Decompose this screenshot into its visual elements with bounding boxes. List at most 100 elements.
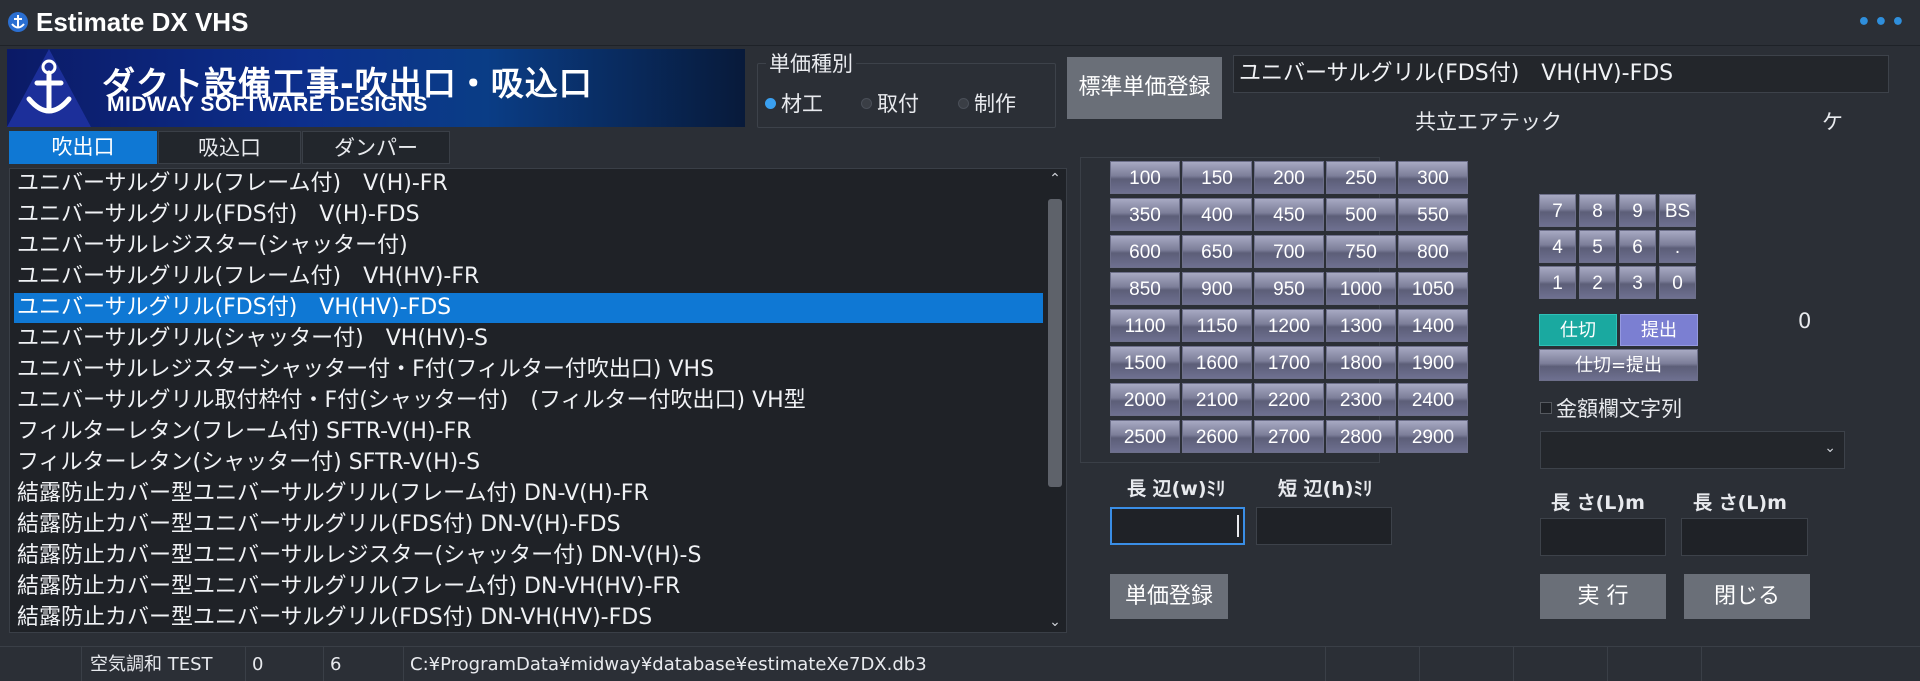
list-item[interactable]: ユニバーサルレジスターシャッター付・F付(フィルター付吹出口) VHS xyxy=(14,355,1043,385)
size-button[interactable]: 950 xyxy=(1254,272,1324,305)
shikiri-equals-teishutsu-button[interactable]: 仕切=提出 xyxy=(1539,349,1698,381)
list-item[interactable]: フィルターレタン(シャッター付) SFTR-V(H)-S xyxy=(14,448,1043,478)
numpad-key[interactable]: . xyxy=(1659,230,1696,263)
size-button[interactable]: 800 xyxy=(1398,235,1468,268)
numpad-key[interactable]: 8 xyxy=(1579,194,1616,227)
short-side-input[interactable] xyxy=(1256,507,1392,545)
size-button[interactable]: 600 xyxy=(1110,235,1180,268)
size-button[interactable]: 1900 xyxy=(1398,346,1468,379)
list-item[interactable]: フィルターレタン(フレーム付) SFTR-V(H)-FR xyxy=(14,417,1043,447)
list-item[interactable]: ユニバーサルグリル(フレーム付) VH(HV)-FR xyxy=(14,262,1043,292)
size-button[interactable]: 1050 xyxy=(1398,272,1468,305)
size-button[interactable]: 200 xyxy=(1254,161,1324,194)
teishutsu-button[interactable]: 提出 xyxy=(1620,314,1698,346)
size-button[interactable]: 1700 xyxy=(1254,346,1324,379)
scroll-thumb[interactable] xyxy=(1048,199,1062,487)
size-button[interactable]: 2900 xyxy=(1398,420,1468,453)
tab-damper[interactable]: ダンパー xyxy=(302,131,450,164)
list-item[interactable]: ユニバーサルグリル(FDS付) V(H)-FDS xyxy=(14,200,1043,230)
size-button[interactable]: 300 xyxy=(1398,161,1468,194)
list-item-selected[interactable]: ユニバーサルグリル(FDS付) VH(HV)-FDS xyxy=(14,293,1043,323)
size-button[interactable]: 150 xyxy=(1182,161,1252,194)
numpad-key[interactable]: 5 xyxy=(1579,230,1616,263)
size-button[interactable]: 1800 xyxy=(1326,346,1396,379)
size-button[interactable]: 350 xyxy=(1110,198,1180,231)
numpad-key[interactable]: 9 xyxy=(1619,194,1656,227)
numpad-key[interactable]: 4 xyxy=(1539,230,1576,263)
title-bar: Estimate DX VHS ••• xyxy=(0,0,1920,46)
selected-item-name-field[interactable]: ユニバーサルグリル(FDS付) VH(HV)-FDS xyxy=(1233,55,1889,93)
list-scrollbar[interactable]: ⌃ ⌄ xyxy=(1044,169,1066,632)
size-button[interactable]: 700 xyxy=(1254,235,1324,268)
scroll-up-icon[interactable]: ⌃ xyxy=(1044,171,1066,187)
size-button[interactable]: 2300 xyxy=(1326,383,1396,416)
size-button[interactable]: 650 xyxy=(1182,235,1252,268)
tab-fukidashi[interactable]: 吹出口 xyxy=(9,131,157,164)
text-dropdown[interactable]: ⌄ xyxy=(1540,431,1845,469)
size-button[interactable]: 1200 xyxy=(1254,309,1324,342)
list-item[interactable]: 結露防止カバー型ユニバーサルグリル(FDS付) DN-VH(HV)-FDS xyxy=(14,603,1043,632)
size-button[interactable]: 250 xyxy=(1326,161,1396,194)
size-button[interactable]: 1500 xyxy=(1110,346,1180,379)
standard-price-register-button[interactable]: 標準単価登録 xyxy=(1067,57,1222,119)
size-button[interactable]: 550 xyxy=(1398,198,1468,231)
list-item[interactable]: 結露防止カバー型ユニバーサルレジスター(シャッター付) DN-V(H)-S xyxy=(14,541,1043,571)
status-cell-empty xyxy=(1608,647,1702,681)
scroll-down-icon[interactable]: ⌄ xyxy=(1044,614,1066,630)
radio-seisaku[interactable]: 制作 xyxy=(958,88,1016,118)
size-button[interactable]: 1000 xyxy=(1326,272,1396,305)
size-button[interactable]: 2600 xyxy=(1182,420,1252,453)
radio-toritsuke[interactable]: 取付 xyxy=(861,88,919,118)
long-side-input[interactable] xyxy=(1110,507,1245,545)
checkbox-icon[interactable] xyxy=(1540,402,1552,414)
size-button[interactable]: 400 xyxy=(1182,198,1252,231)
size-button[interactable]: 2000 xyxy=(1110,383,1180,416)
close-button[interactable]: 閉じる xyxy=(1684,574,1810,619)
register-price-button[interactable]: 単価登録 xyxy=(1110,574,1228,619)
tab-suikomi[interactable]: 吸込口 xyxy=(158,131,301,164)
size-button[interactable]: 2800 xyxy=(1326,420,1396,453)
list-item[interactable]: ユニバーサルグリル(シャッター付) VH(HV)-S xyxy=(14,324,1043,354)
numpad-key[interactable]: BS xyxy=(1659,194,1696,227)
numpad-key[interactable]: 1 xyxy=(1539,266,1576,299)
execute-button[interactable]: 実 行 xyxy=(1540,574,1666,619)
length2-label: 長 さ(L)m xyxy=(1693,492,1787,514)
size-button[interactable]: 500 xyxy=(1326,198,1396,231)
size-button[interactable]: 1300 xyxy=(1326,309,1396,342)
length1-input[interactable] xyxy=(1540,518,1666,556)
size-button[interactable]: 1100 xyxy=(1110,309,1180,342)
size-button[interactable]: 1150 xyxy=(1182,309,1252,342)
size-button[interactable]: 2200 xyxy=(1254,383,1324,416)
size-button[interactable]: 1400 xyxy=(1398,309,1468,342)
size-button[interactable]: 900 xyxy=(1182,272,1252,305)
list-item[interactable]: 結露防止カバー型ユニバーサルグリル(フレーム付) DN-VH(HV)-FR xyxy=(14,572,1043,602)
list-item[interactable]: ユニバーサルグリル(フレーム付) V(H)-FR xyxy=(14,169,1043,199)
numpad-key[interactable]: 7 xyxy=(1539,194,1576,227)
numpad-key[interactable]: 0 xyxy=(1659,266,1696,299)
size-button[interactable]: 2500 xyxy=(1110,420,1180,453)
size-button[interactable]: 2400 xyxy=(1398,383,1468,416)
size-button[interactable]: 1600 xyxy=(1182,346,1252,379)
length2-input[interactable] xyxy=(1681,518,1808,556)
radio-label: 制作 xyxy=(974,92,1016,116)
list-item[interactable]: ユニバーサルレジスター(シャッター付) xyxy=(14,231,1043,261)
numpad-key[interactable]: 6 xyxy=(1619,230,1656,263)
size-button[interactable]: 100 xyxy=(1110,161,1180,194)
size-button[interactable]: 450 xyxy=(1254,198,1324,231)
amount-text-checkbox[interactable]: 金額欄文字列 xyxy=(1540,393,1682,423)
window-menu-icon[interactable]: ••• xyxy=(1857,10,1908,35)
size-button[interactable]: 2100 xyxy=(1182,383,1252,416)
numpad-key[interactable]: 2 xyxy=(1579,266,1616,299)
numpad-key[interactable]: 3 xyxy=(1619,266,1656,299)
size-button[interactable]: 850 xyxy=(1110,272,1180,305)
status-bar: 空気調和 TEST 0 6 C:¥ProgramData¥midway¥data… xyxy=(0,646,1920,681)
size-button[interactable]: 2700 xyxy=(1254,420,1324,453)
size-button[interactable]: 750 xyxy=(1326,235,1396,268)
radio-zaiko[interactable]: 材工 xyxy=(765,88,823,118)
list-item[interactable]: ユニバーサルグリル取付枠付・F付(シャッター付) (フィルター付吹出口) VH型 xyxy=(14,386,1043,416)
list-item[interactable]: 結露防止カバー型ユニバーサルグリル(フレーム付) DN-V(H)-FR xyxy=(14,479,1043,509)
list-item[interactable]: 結露防止カバー型ユニバーサルグリル(FDS付) DN-V(H)-FDS xyxy=(14,510,1043,540)
product-list[interactable]: ユニバーサルグリル(フレーム付) V(H)-FR ユニバーサルグリル(FDS付)… xyxy=(9,168,1067,633)
radio-dot-icon xyxy=(958,97,969,109)
shikiri-button[interactable]: 仕切 xyxy=(1539,314,1617,346)
